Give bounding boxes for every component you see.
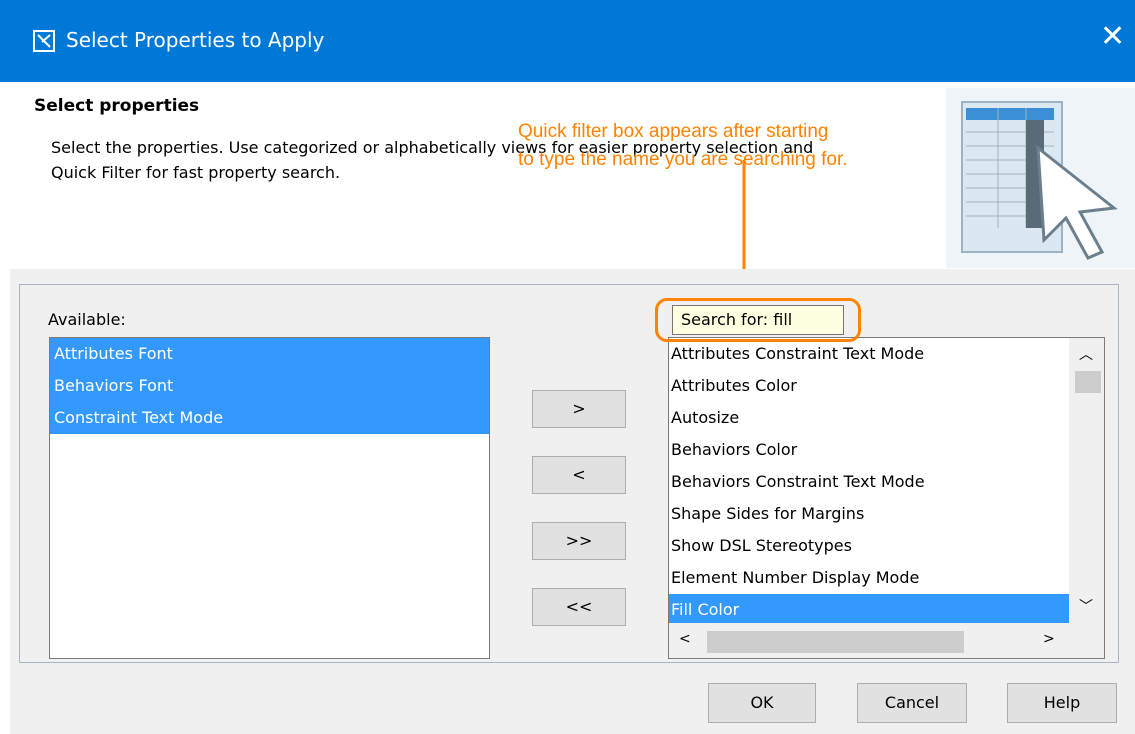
title-bar: Select Properties to Apply ✕ [0,0,1135,82]
remove-button[interactable]: < [532,456,626,494]
list-item[interactable]: Show DSL Stereotypes [669,530,1069,562]
list-item[interactable]: Element Number Display Mode [669,562,1069,594]
list-item[interactable]: Attributes Color [669,370,1069,402]
scroll-left-icon[interactable]: < [679,631,691,647]
help-button[interactable]: Help [1007,683,1117,723]
list-item-selected[interactable]: Fill Color [669,594,1069,626]
scroll-corner [1069,623,1104,658]
vertical-scrollbar[interactable]: ︿ ﹀ [1069,338,1104,623]
list-item[interactable]: Constraint Text Mode [50,402,489,434]
window-title: Select Properties to Apply [66,28,325,52]
selected-list[interactable]: Attributes Constraint Text Mode Attribut… [668,337,1105,659]
list-item[interactable]: Shape Sides for Margins [669,498,1069,530]
scroll-down-icon[interactable]: ﹀ [1079,596,1093,616]
highlight-ring [655,298,861,342]
add-all-button[interactable]: >> [532,522,626,560]
close-icon[interactable]: ✕ [1100,22,1125,52]
list-item[interactable]: Behaviors Font [50,370,489,402]
page-heading: Select properties [34,96,200,116]
list-item[interactable]: Behaviors Constraint Text Mode [669,466,1069,498]
wizard-header: Select properties Select the properties.… [10,82,1135,270]
scroll-thumb[interactable] [707,631,964,653]
available-list[interactable]: Attributes Font Behaviors Font Constrain… [49,337,490,659]
ok-button[interactable]: OK [708,683,816,723]
scroll-up-icon[interactable]: ︿ [1079,344,1093,364]
list-item[interactable]: Attributes Font [50,338,489,370]
list-item[interactable]: Behaviors Color [669,434,1069,466]
list-item[interactable]: Autosize [669,402,1069,434]
scroll-thumb[interactable] [1075,371,1101,393]
annotation-line-1: Quick filter box appears after starting [518,121,829,142]
add-button[interactable]: > [532,390,626,428]
horizontal-scrollbar[interactable]: < > [669,623,1069,658]
cancel-button[interactable]: Cancel [857,683,967,723]
scroll-right-icon[interactable]: > [1043,631,1055,647]
available-label: Available: [48,310,126,329]
list-item[interactable]: Attributes Constraint Text Mode [669,338,1069,370]
remove-all-button[interactable]: << [532,588,626,626]
table-cursor-illustration [946,88,1135,268]
app-icon [33,30,55,52]
